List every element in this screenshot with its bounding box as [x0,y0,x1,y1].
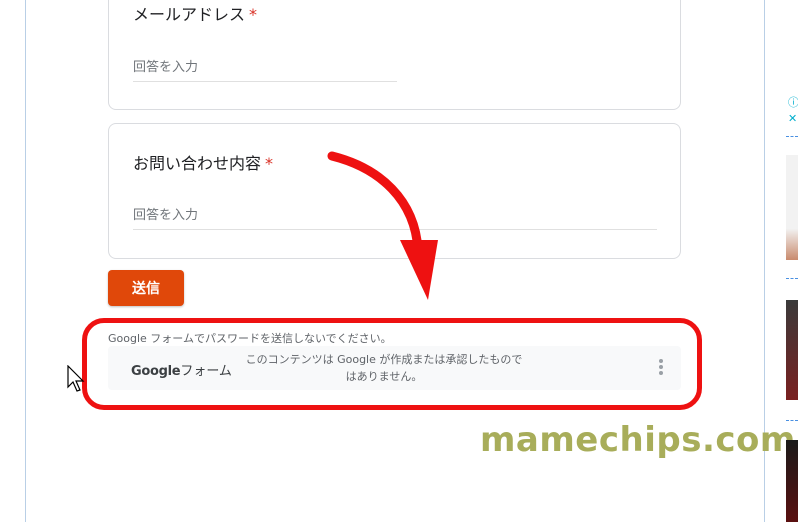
email-answer-field[interactable]: 回答を入力 [133,56,397,82]
right-sidebar: ⓘ ✕ [766,0,798,522]
info-icon[interactable]: ⓘ [788,95,798,111]
annotation-highlight-box [82,318,702,410]
required-mark: * [249,5,258,24]
page-frame-left [25,0,26,522]
site-watermark: mamechips.com [480,420,796,460]
mouse-cursor-icon [67,365,85,392]
sidebar-thumbnail[interactable] [786,440,798,522]
inquiry-question-title: お問い合わせ内容 * [133,150,273,174]
email-question-title: メールアドレス * [133,1,257,25]
required-mark: * [265,154,274,173]
ad-choices[interactable]: ⓘ ✕ [788,95,798,127]
sidebar-thumbnail[interactable] [786,155,798,260]
sidebar-thumbnail[interactable] [786,300,798,400]
close-icon[interactable]: ✕ [788,111,798,127]
email-question-card: メールアドレス * 回答を入力 [108,0,681,110]
annotation-arrow-icon [327,151,438,300]
sidebar-divider [786,136,798,137]
sidebar-divider [786,420,798,421]
email-question-label: メールアドレス [133,5,246,24]
inquiry-question-label: お問い合わせ内容 [133,154,262,173]
submit-button[interactable]: 送信 [108,270,184,306]
sidebar-divider [786,278,798,279]
